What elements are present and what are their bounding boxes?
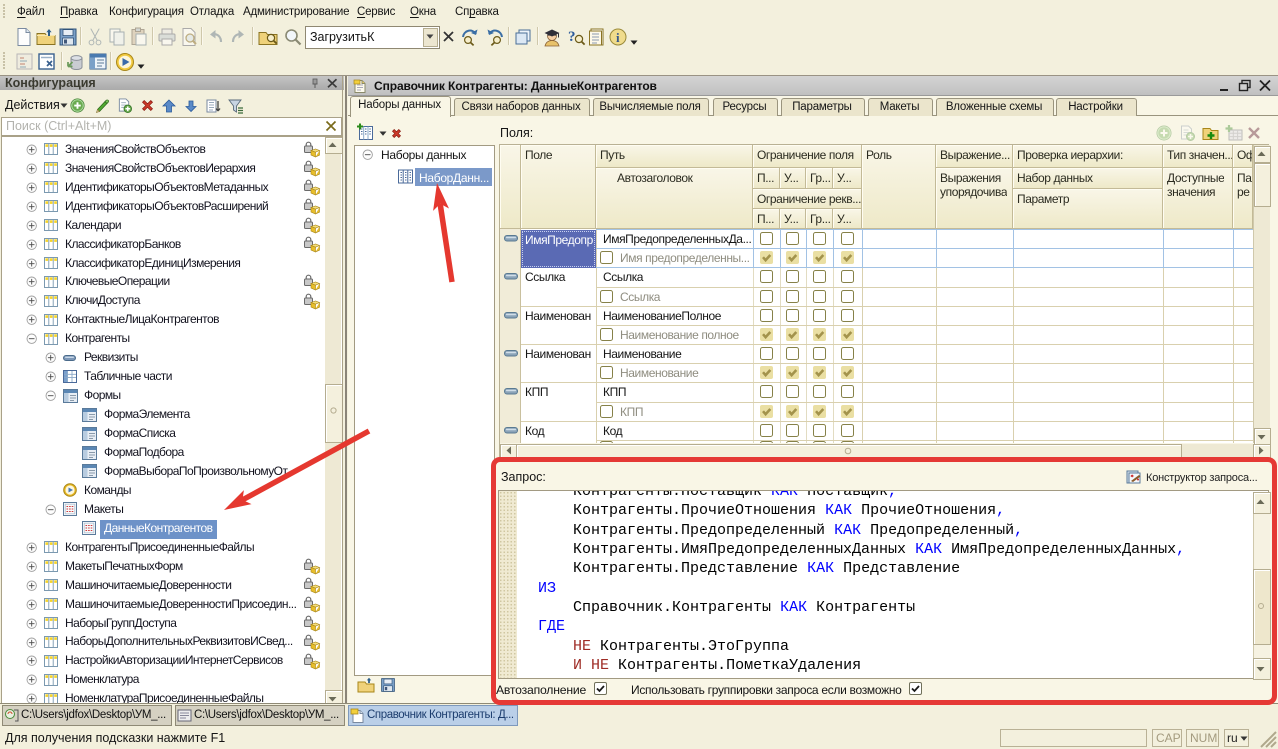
- svg-text:i: i: [616, 30, 620, 45]
- svg-text:?: ?: [568, 29, 576, 45]
